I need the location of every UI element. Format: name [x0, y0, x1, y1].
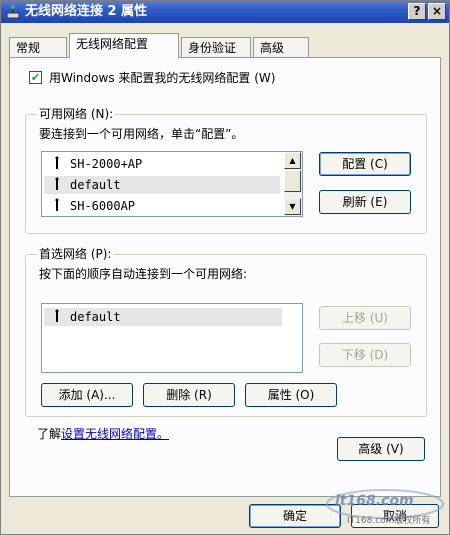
wireless-antenna-icon [55, 309, 59, 322]
list-item[interactable]: default [44, 176, 280, 194]
tab-strip: 常规 无线网络配置 身份验证 高级 [9, 33, 449, 58]
network-name: SH-2000+AP [70, 157, 143, 171]
remove-button[interactable]: 删除 (R) [143, 383, 235, 407]
wireless-antenna-icon [55, 177, 59, 190]
window-title: 无线网络连接 2 属性 [25, 4, 148, 19]
network-connection-icon [6, 5, 20, 19]
site-watermark: it168.com IT168.com版权所有 [325, 488, 445, 528]
use-windows-checkbox[interactable]: ✔ [29, 71, 42, 84]
watermark-caption: IT168.com版权所有 [347, 516, 431, 526]
preferred-networks-list[interactable]: default [41, 303, 303, 373]
scroll-thumb[interactable] [284, 170, 301, 192]
properties-button[interactable]: 属性 (O) [245, 383, 337, 407]
scroll-down-icon[interactable]: ▼ [284, 198, 301, 215]
tab-authentication[interactable]: 身份验证 [181, 37, 251, 57]
configure-button[interactable]: 配置 (C) [319, 152, 411, 176]
network-name: default [70, 310, 121, 324]
wireless-antenna-icon [55, 156, 59, 169]
properties-dialog: 无线网络连接 2 属性 ? × 常规 无线网络配置 身份验证 高级 ✔ 用Win… [0, 0, 450, 535]
title-bar[interactable]: 无线网络连接 2 属性 ? × [1, 1, 449, 23]
available-networks-list[interactable]: SH-2000+AP default SH-6000AP ▲ ▼ [41, 151, 303, 217]
network-name: default [70, 178, 121, 192]
preferred-networks-legend: 首选网络 (P): [37, 247, 114, 261]
move-down-button[interactable]: 下移 (D) [319, 343, 411, 367]
available-list-scrollbar[interactable]: ▲ ▼ [284, 152, 302, 216]
preferred-networks-instruction: 按下面的顺序自动连接到一个可用网络: [39, 267, 248, 281]
list-item[interactable]: SH-2000+AP [44, 155, 288, 173]
advanced-button[interactable]: 高级 (V) [337, 437, 425, 461]
scroll-up-icon[interactable]: ▲ [284, 152, 301, 169]
close-button[interactable]: × [428, 3, 446, 20]
watermark-logo: it168.com [335, 493, 414, 509]
learn-more-text: 了解设置无线网络配置。 [37, 427, 169, 441]
learn-more-link[interactable]: 设置无线网络配置。 [61, 427, 169, 441]
use-windows-label: 用Windows 来配置我的无线网络配置 (W) [49, 71, 276, 85]
available-networks-instruction: 要连接到一个可用网络，单击“配置”。 [39, 127, 244, 141]
refresh-button[interactable]: 刷新 (E) [319, 190, 411, 214]
available-networks-legend: 可用网络 (N): [37, 107, 116, 121]
network-name: SH-6000AP [70, 199, 136, 213]
learn-prefix: 了解 [37, 427, 62, 441]
move-up-button[interactable]: 上移 (U) [319, 306, 411, 330]
list-item[interactable]: SH-6000AP [44, 197, 288, 215]
list-item[interactable]: default [44, 308, 282, 326]
tab-general[interactable]: 常规 [9, 37, 67, 57]
tab-wireless-networks[interactable]: 无线网络配置 [69, 33, 179, 58]
wireless-antenna-icon [55, 198, 59, 211]
add-button[interactable]: 添加 (A)... [41, 383, 133, 407]
tab-advanced[interactable]: 高级 [253, 37, 309, 57]
help-button[interactable]: ? [408, 3, 426, 20]
